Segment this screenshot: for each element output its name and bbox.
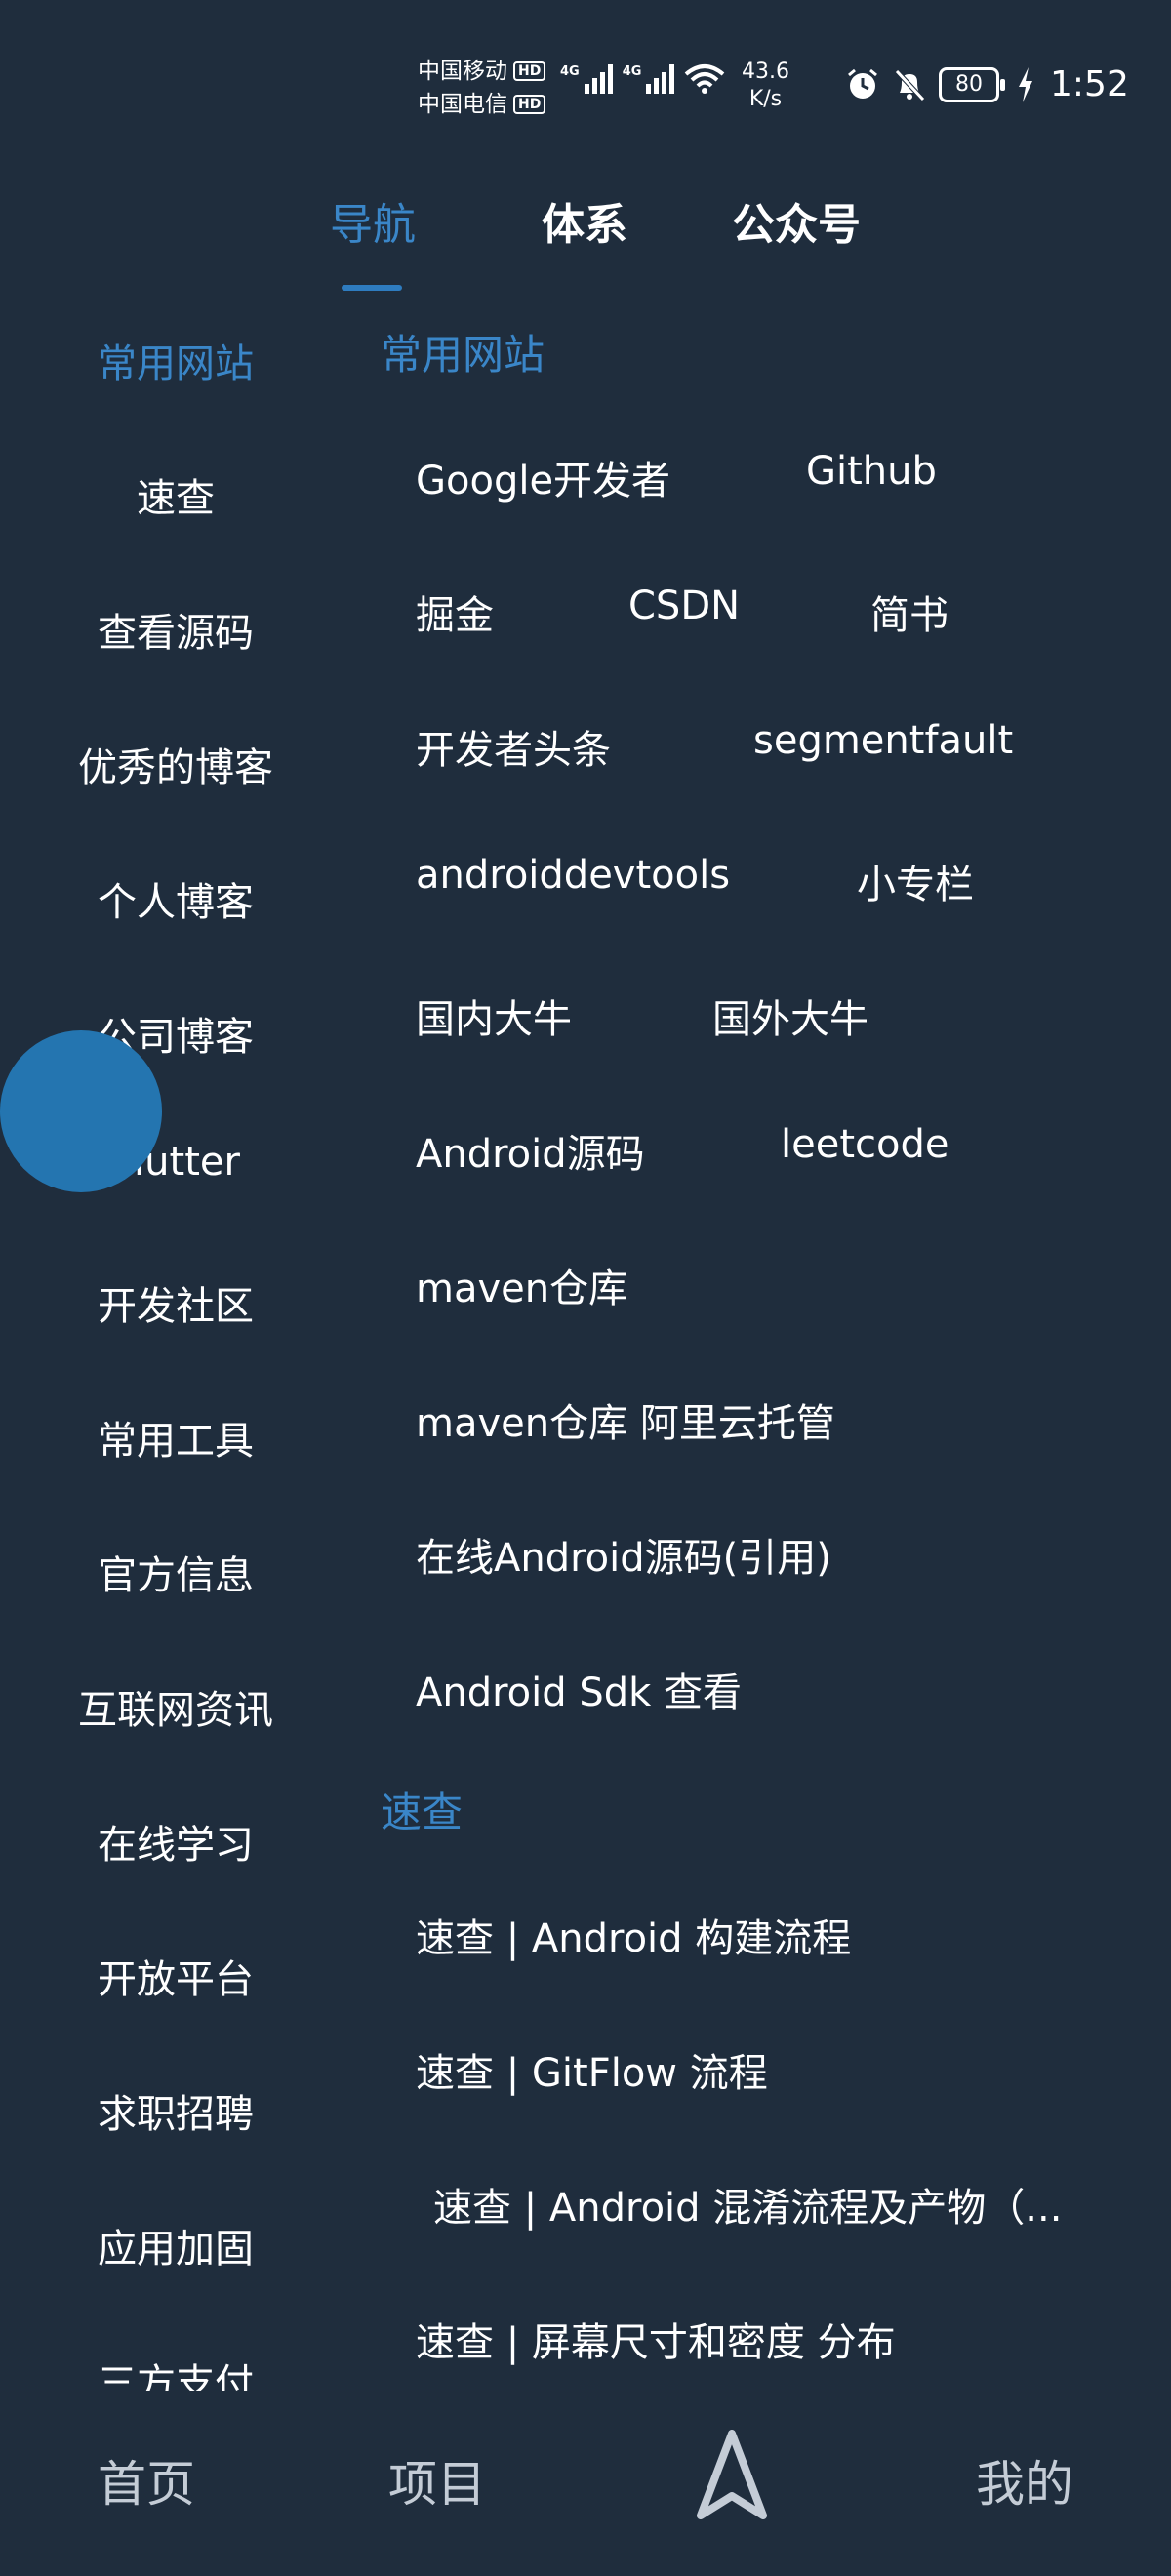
hd-badge: HD (513, 61, 546, 81)
carrier-info: 中国移动 HD 中国电信 HD (418, 55, 546, 121)
status-bar: 中国移动 HD 中国电信 HD 4G 4G 43.6 K/s 80 1:52 (0, 0, 1171, 146)
link-item[interactable]: 小专栏 (857, 853, 974, 909)
sidebar-item[interactable]: 常用工具 (0, 1409, 351, 1466)
charging-icon (1019, 66, 1032, 102)
link-item[interactable]: Android Sdk 查看 (416, 1661, 742, 1717)
tab-indicator (342, 285, 402, 291)
tab-wechat[interactable]: 公众号 (732, 189, 861, 252)
signal-group: 4G 4G (560, 62, 725, 94)
link-item[interactable]: 在线Android源码(引用) (416, 1526, 831, 1583)
link-item[interactable]: androiddevtools (416, 853, 730, 898)
hd-badge: HD (513, 95, 546, 114)
carrier-name-1: 中国移动 (418, 59, 507, 84)
link-item[interactable]: 速查 | Android 混淆流程及产物（... (433, 2176, 1062, 2233)
bottom-nav-project[interactable]: 项目 (388, 2445, 486, 2516)
tab-system[interactable]: 体系 (542, 189, 627, 252)
link-item[interactable]: maven仓库 阿里云托管 (416, 1391, 835, 1448)
link-item[interactable]: 速查 | GitFlow 流程 (416, 2041, 768, 2098)
alarm-icon (848, 68, 877, 99)
carrier-name-2: 中国电信 (418, 92, 507, 117)
link-item[interactable]: segmentfault (753, 718, 1013, 763)
sidebar-item[interactable]: 官方信息 (0, 1544, 351, 1600)
floating-action-button[interactable] (0, 1030, 162, 1192)
link-item[interactable]: leetcode (781, 1122, 949, 1167)
link-item[interactable]: 国外大牛 (712, 987, 868, 1044)
sidebar-item[interactable]: 开放平台 (0, 1948, 351, 2004)
sidebar-item[interactable]: 三方支付 (0, 2352, 351, 2391)
bottom-navigation: 首页 项目 我的 (0, 2391, 1171, 2576)
signal-icon: 4G (623, 64, 675, 94)
section-title: 速查 (381, 1789, 464, 1836)
sidebar-item[interactable]: 应用加固 (0, 2217, 351, 2274)
category-sidebar: 常用网站 速查 查看源码 优秀的博客 个人博客 公司博客 Flutter 开发社… (0, 293, 351, 2391)
sidebar-item[interactable]: 互联网资讯 (0, 1678, 351, 1735)
link-item[interactable]: Android源码 (416, 1122, 645, 1179)
network-speed: 43.6 K/s (742, 60, 789, 111)
clock: 1:52 (1050, 64, 1129, 104)
battery-indicator: 80 (939, 66, 1005, 102)
section-title: 常用网站 (381, 331, 545, 379)
links-panel: 常用网站 Google开发者 Github 掘金 CSDN 简书 开发者头条 s… (351, 293, 1171, 2391)
sidebar-item[interactable]: 开发社区 (0, 1274, 351, 1331)
link-item[interactable]: 简书 (870, 584, 949, 640)
link-item[interactable]: 速查 | 屏幕尺寸和密度 分布 (416, 2311, 896, 2367)
top-tabs: 导航 体系 公众号 (0, 176, 1171, 293)
sidebar-item[interactable]: 速查 (0, 466, 351, 523)
sidebar-item[interactable]: 查看源码 (0, 601, 351, 658)
tab-nav[interactable]: 导航 (330, 189, 416, 252)
sidebar-item[interactable]: 求职招聘 (0, 2082, 351, 2139)
link-item[interactable]: CSDN (628, 584, 740, 628)
sidebar-item[interactable]: 在线学习 (0, 1813, 351, 1870)
sidebar-item[interactable]: 个人博客 (0, 870, 351, 927)
link-item[interactable]: 掘金 (416, 584, 494, 640)
signal-icon: 4G (560, 64, 613, 94)
bottom-nav-home[interactable]: 首页 (98, 2445, 195, 2516)
link-item[interactable]: Google开发者 (416, 449, 670, 505)
bottom-nav-mine[interactable]: 我的 (976, 2445, 1073, 2516)
link-item[interactable]: Github (806, 449, 937, 494)
sidebar-item[interactable]: 优秀的博客 (0, 736, 351, 792)
link-item[interactable]: maven仓库 (416, 1257, 627, 1313)
sidebar-item[interactable]: 常用网站 (0, 332, 351, 388)
wifi-icon (685, 64, 725, 94)
mute-bell-icon (895, 68, 925, 101)
link-item[interactable]: 国内大牛 (416, 987, 572, 1044)
status-icons: 80 1:52 (845, 64, 1129, 104)
navigation-arrow-icon[interactable] (697, 2430, 767, 2519)
link-item[interactable]: 速查 | Android 构建流程 (416, 1907, 851, 1963)
link-item[interactable]: 开发者头条 (416, 718, 611, 775)
